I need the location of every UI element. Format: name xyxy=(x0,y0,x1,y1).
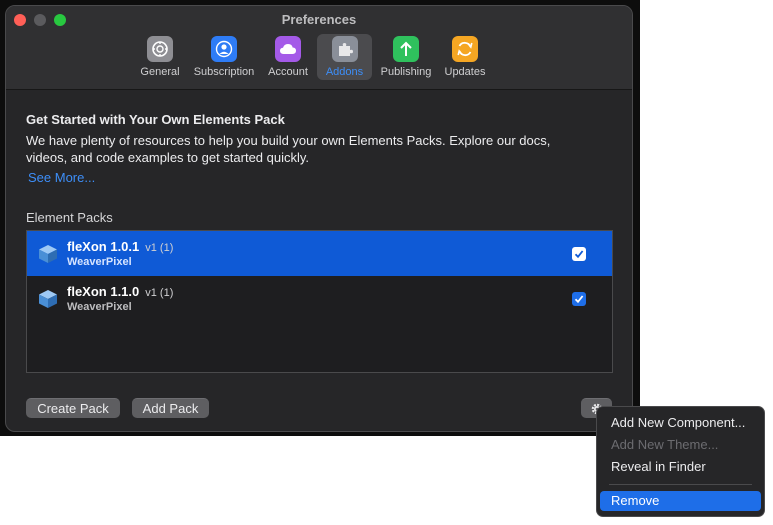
menu-separator xyxy=(609,484,752,485)
checkmark-icon xyxy=(574,295,584,304)
tab-label: Account xyxy=(268,66,308,78)
tab-subscription[interactable]: Subscription xyxy=(189,34,259,80)
create-pack-button[interactable]: Create Pack xyxy=(26,398,120,418)
pack-row[interactable]: fleXon 1.0.1 v1 (1) WeaverPixel xyxy=(27,231,612,276)
menu-item-add-new-theme: Add New Theme... xyxy=(611,437,719,452)
tab-updates[interactable]: Updates xyxy=(440,34,490,80)
pack-title: fleXon 1.0.1 xyxy=(67,239,140,254)
menu-item-remove[interactable]: Remove xyxy=(600,491,761,511)
puzzle-icon xyxy=(331,36,358,62)
intro-body: We have plenty of resources to help you … xyxy=(26,133,551,165)
pack-enabled-checkbox[interactable] xyxy=(572,247,586,261)
tab-account[interactable]: Account xyxy=(263,34,313,80)
tab-label: Publishing xyxy=(380,66,432,78)
intro-heading: Get Started with Your Own Elements Pack xyxy=(26,112,285,127)
pack-cube-icon xyxy=(39,245,57,263)
tab-label: General xyxy=(140,66,180,78)
addons-pane: Get Started with Your Own Elements Pack … xyxy=(26,90,613,431)
pack-version: v1 (1) xyxy=(145,287,174,299)
refresh-icon xyxy=(452,36,478,62)
see-more-link[interactable]: See More... xyxy=(28,170,95,185)
menu-item-add-new-component[interactable]: Add New Component... xyxy=(600,413,761,433)
pack-enabled-checkbox[interactable] xyxy=(572,292,586,306)
tab-publishing[interactable]: Publishing xyxy=(376,34,436,80)
element-packs-label: Element Packs xyxy=(26,210,113,225)
upload-arrow-icon xyxy=(393,36,419,62)
pack-name: fleXon 1.1.0 v1 (1) xyxy=(67,284,173,299)
pack-cube-icon xyxy=(39,290,57,308)
preferences-window: Preferences General Subscription Account xyxy=(5,5,633,432)
pack-vendor: WeaverPixel xyxy=(67,256,132,268)
cloud-icon xyxy=(275,36,301,62)
pack-vendor: WeaverPixel xyxy=(67,301,132,313)
toolbar: Preferences General Subscription Account xyxy=(6,6,632,90)
checkmark-icon xyxy=(574,250,584,259)
person-icon xyxy=(211,36,237,62)
pack-version: v1 (1) xyxy=(145,242,174,254)
preference-tabs: General Subscription Account Addons Publ… xyxy=(135,34,494,84)
tab-label: Updates xyxy=(444,66,486,78)
tab-general[interactable]: General xyxy=(135,34,185,80)
tab-label: Subscription xyxy=(193,66,255,78)
pack-row[interactable]: fleXon 1.1.0 v1 (1) WeaverPixel xyxy=(27,276,612,321)
window-title: Preferences xyxy=(281,12,357,27)
gear-icon xyxy=(147,36,173,62)
tab-label: Addons xyxy=(325,66,364,78)
menu-item-reveal-in-finder[interactable]: Reveal in Finder xyxy=(600,457,761,477)
add-pack-button[interactable]: Add Pack xyxy=(132,398,209,418)
gear-context-menu: Add New Component... Add New Theme... Re… xyxy=(596,406,765,517)
pack-name: fleXon 1.0.1 v1 (1) xyxy=(67,239,173,254)
element-packs-list[interactable]: fleXon 1.0.1 v1 (1) WeaverPixel fleXon 1.… xyxy=(26,230,613,373)
pack-title: fleXon 1.1.0 xyxy=(67,284,140,299)
tab-addons[interactable]: Addons xyxy=(317,34,372,80)
